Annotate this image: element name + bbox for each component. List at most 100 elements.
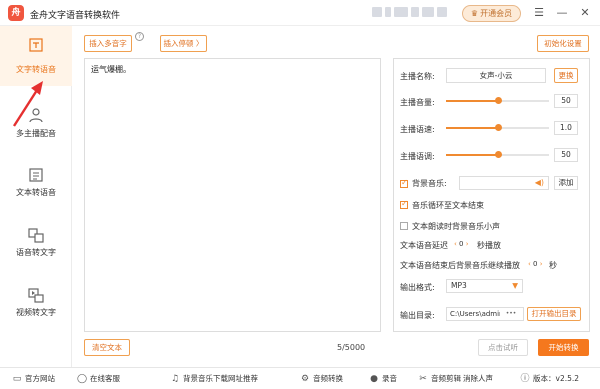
version-info: ⓘ 版本：v2.5.2 xyxy=(520,373,579,384)
insert-polyphone-button[interactable]: 插入多音字 xyxy=(84,35,132,52)
volume-slider[interactable] xyxy=(446,97,549,105)
bgm-checkbox[interactable] xyxy=(400,178,408,188)
pitch-slider-handle[interactable] xyxy=(494,151,502,158)
pitch-input[interactable]: 50 xyxy=(554,148,578,162)
start-convert-button[interactable]: 开始转换 xyxy=(538,339,589,356)
speaker-icon[interactable]: ◀) xyxy=(535,178,544,187)
add-bgm-button[interactable]: 添加 xyxy=(554,176,578,190)
vip-button-label: 开通会员 xyxy=(480,9,513,18)
footer-bar: ▭ 官方网站 ◯ 在线客服 ♫ 背景音乐下载网址推荐 ⚙ 音频转换 ● 录音 ✂ 音频剪辑 … xyxy=(0,367,600,389)
format-label: 输出格式: xyxy=(400,283,435,292)
bgm-file-input[interactable]: ◀) xyxy=(459,176,549,190)
vocal-remove-link[interactable]: 消除人声 xyxy=(463,373,493,384)
convert-icon: ⚙ xyxy=(300,373,310,384)
app-title: 金舟文字语音转换软件 xyxy=(30,11,121,21)
reset-settings-button[interactable]: 初始化设置 xyxy=(537,35,589,52)
website-label: 官方网站 xyxy=(25,374,55,383)
document-icon xyxy=(29,168,43,182)
speed-input[interactable]: 1.0 xyxy=(554,121,578,135)
bgm-label: 背景音乐: xyxy=(412,179,447,188)
title-bar: 舟 金舟文字语音转换软件 ♛ 开通会员 ☰ — ✕ xyxy=(0,0,600,26)
volume-slider-handle[interactable] xyxy=(494,97,502,104)
audio-cut-link[interactable]: ✂ 音频剪辑 xyxy=(418,373,461,384)
after-stepper[interactable]: ‹ 0 › xyxy=(528,260,543,270)
speed-slider-handle[interactable] xyxy=(494,124,502,131)
sidebar-item-label: 文字转语音 xyxy=(16,65,56,74)
user-avatar-placeholder[interactable] xyxy=(372,7,448,19)
scissors-icon: ✂ xyxy=(419,373,427,384)
vocal-remove-label: 消除人声 xyxy=(463,374,493,383)
settings-panel: 主播名称: 女声-小云 更换 主播音量: 50 主播语速: 1.0 主播语调: … xyxy=(393,58,590,332)
change-anchor-button[interactable]: 更换 xyxy=(554,68,578,83)
video-to-text-icon xyxy=(28,288,44,303)
quiet-bgm-label: 文本朗读时背景音乐小声 xyxy=(412,222,500,231)
version-label: 版本：v2.5.2 xyxy=(533,374,580,383)
support-label: 在线客服 xyxy=(90,374,120,383)
dir-label: 输出目录: xyxy=(400,311,435,320)
char-count: 5/5000 xyxy=(337,343,366,352)
monitor-icon: ▭ xyxy=(12,373,22,384)
text-editor[interactable]: 运气爆棚。 xyxy=(84,58,381,332)
sidebar-item-label: 文本转语音 xyxy=(16,188,56,197)
vip-button[interactable]: ♛ 开通会员 xyxy=(462,5,521,22)
format-select[interactable]: MP3 ▼ xyxy=(446,279,523,293)
minimize-icon[interactable]: — xyxy=(555,6,569,20)
sidebar-item-video-to-text[interactable]: 视频转文字 xyxy=(0,276,72,336)
delay-value: 0 xyxy=(459,240,464,248)
speech-to-text-icon xyxy=(28,228,44,243)
crown-icon: ♛ xyxy=(470,9,479,18)
sidebar-item-multi-anchor[interactable]: 多主播配音 xyxy=(0,96,72,156)
support-link[interactable]: ◯ 在线客服 xyxy=(77,373,120,384)
clear-text-button[interactable]: 清空文本 xyxy=(84,339,130,356)
bgm-site-label: 背景音乐下载网址推荐 xyxy=(183,374,258,383)
chat-icon: ◯ xyxy=(77,373,88,384)
record-label: 录音 xyxy=(382,374,397,383)
anchor-label: 主播名称: xyxy=(400,72,435,81)
pitch-label: 主播语调: xyxy=(400,152,435,161)
after-label: 文本语音结束后背景音乐继续播放 xyxy=(400,261,520,270)
volume-input[interactable]: 50 xyxy=(554,94,578,108)
volume-label: 主播音量: xyxy=(400,98,435,107)
help-icon[interactable]: ? xyxy=(135,32,144,41)
app-logo: 舟 xyxy=(8,5,24,21)
delay-stepper[interactable]: ‹ 0 › xyxy=(454,240,469,250)
preview-button[interactable]: 点击试听 xyxy=(478,339,528,356)
sidebar-item-text-to-speech[interactable]: 文字转语音 xyxy=(0,26,72,86)
output-dir-value: C:\Users\admir xyxy=(450,310,502,318)
info-icon: ⓘ xyxy=(520,373,530,384)
editor-text: 运气爆棚。 xyxy=(91,65,131,74)
loop-checkbox[interactable] xyxy=(400,199,408,209)
bgm-site-link[interactable]: ♫ 背景音乐下载网址推荐 xyxy=(170,373,258,384)
sidebar-item-label: 视频转文字 xyxy=(16,308,56,317)
sidebar-item-file-to-speech[interactable]: 文本转语音 xyxy=(0,156,72,216)
pitch-slider[interactable] xyxy=(446,151,549,159)
music-icon: ♫ xyxy=(170,373,180,384)
anchor-value: 女声-小云 xyxy=(446,68,546,83)
after-unit: 秒 xyxy=(549,261,557,270)
open-output-dir-button[interactable]: 打开输出目录 xyxy=(527,307,581,321)
menu-icon[interactable]: ☰ xyxy=(532,6,546,20)
browse-dir-button[interactable]: ••• xyxy=(500,308,522,320)
audio-cut-label: 音频剪辑 xyxy=(431,374,461,383)
sidebar-item-speech-to-text[interactable]: 语音转文字 xyxy=(0,216,72,276)
mic-icon: ● xyxy=(370,373,378,384)
multi-anchor-icon xyxy=(29,108,43,123)
close-icon[interactable]: ✕ xyxy=(578,6,592,20)
speed-label: 主播语速: xyxy=(400,125,435,134)
audio-convert-link[interactable]: ⚙ 音频转换 xyxy=(300,373,343,384)
sidebar-item-label: 语音转文字 xyxy=(16,248,56,257)
sidebar-item-label: 多主播配音 xyxy=(16,129,56,138)
chevron-down-icon: ▼ xyxy=(512,281,518,290)
speed-slider[interactable] xyxy=(446,124,549,132)
loop-label: 音乐循环至文本结束 xyxy=(412,201,484,210)
format-value: MP3 xyxy=(451,281,467,290)
record-link[interactable]: ● 录音 xyxy=(369,373,397,384)
delay-label: 文本语音延迟 xyxy=(400,241,448,250)
delay-unit: 秒播放 xyxy=(477,241,501,250)
website-link[interactable]: ▭ 官方网站 xyxy=(12,373,55,384)
quiet-bgm-checkbox[interactable] xyxy=(400,222,408,230)
insert-pause-button[interactable]: 插入停顿 〉 xyxy=(160,35,207,52)
audio-convert-label: 音频转换 xyxy=(313,374,343,383)
after-value: 0 xyxy=(533,260,538,268)
text-to-speech-icon xyxy=(29,38,43,52)
